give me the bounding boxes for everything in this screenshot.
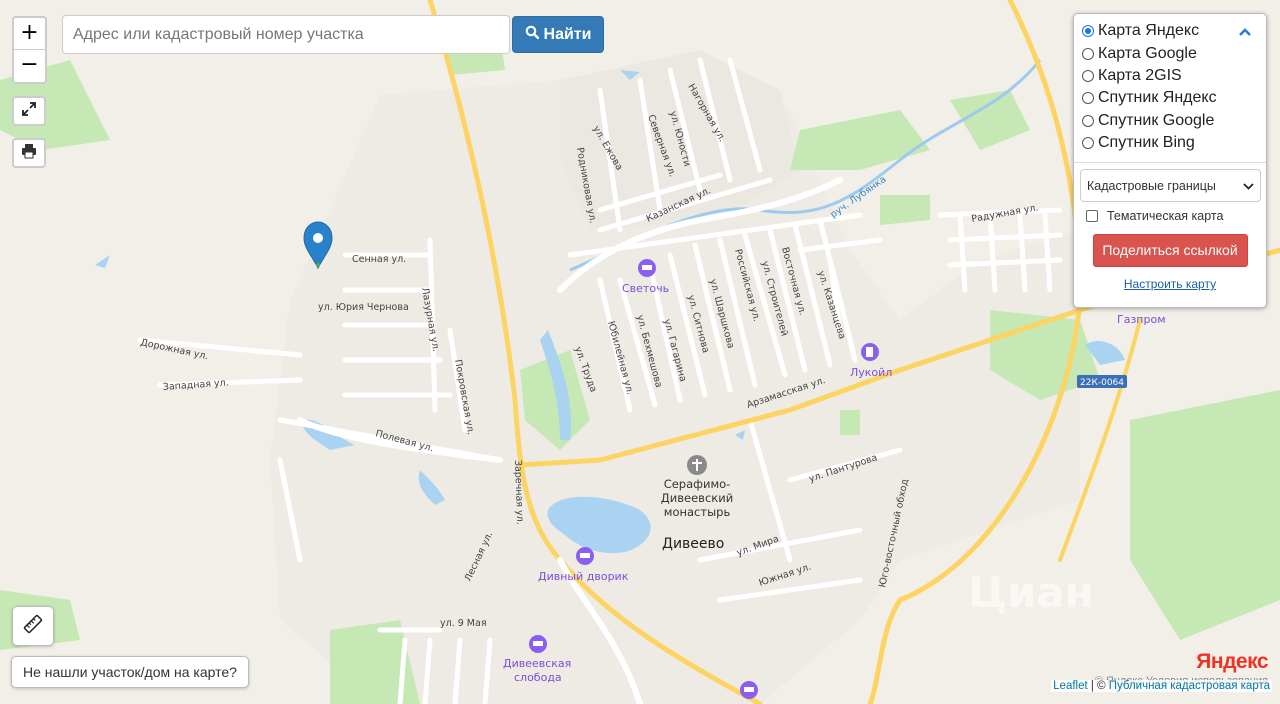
- basemap-option-yandex-satellite[interactable]: Спутник Яндекс: [1082, 87, 1258, 109]
- radio-icon: [1082, 69, 1094, 82]
- basemap-option-google-satellite[interactable]: Спутник Google: [1082, 110, 1258, 132]
- zoom-control: + −: [12, 16, 47, 84]
- cadastral-map-link[interactable]: Публичная кадастровая карта: [1109, 680, 1270, 692]
- print-button[interactable]: [12, 138, 46, 168]
- divider: [1074, 162, 1266, 164]
- radio-selected-icon: [1082, 25, 1094, 38]
- ruler-icon: [23, 614, 43, 639]
- configure-map-link[interactable]: Настроить карту: [1082, 277, 1258, 291]
- monastery-label: Серафимо-: [664, 477, 731, 491]
- street-label: Сенная ул.: [352, 254, 406, 265]
- basemap-label: Спутник Bing: [1098, 134, 1195, 152]
- basemap-label: Карта 2GIS: [1098, 66, 1182, 84]
- radio-icon: [1082, 137, 1094, 150]
- radio-icon: [1082, 92, 1094, 105]
- street-label: ул. Юрия Чернова: [318, 302, 409, 313]
- search-icon: [525, 25, 539, 44]
- basemap-option-google-map[interactable]: Карта Google: [1082, 42, 1258, 64]
- poi-label: Дивеевская: [503, 657, 571, 670]
- basemap-label: Карта Яндекс: [1098, 22, 1200, 40]
- attribution: Leaflet | © Публичная кадастровая карта: [1051, 680, 1272, 692]
- svg-text:22К-0064: 22К-0064: [1080, 378, 1124, 388]
- poi-label: Газпром: [1117, 313, 1166, 326]
- thematic-map-checkbox[interactable]: Тематическая карта: [1086, 209, 1258, 223]
- chevron-down-icon: [1243, 179, 1254, 193]
- basemap-option-bing-satellite[interactable]: Спутник Bing: [1082, 132, 1258, 154]
- poi-label: Дивный дворик: [538, 570, 629, 583]
- fullscreen-button[interactable]: [12, 96, 46, 126]
- poi-gazprom[interactable]: Газпром: [1117, 313, 1166, 326]
- yandex-logo[interactable]: Яндекс: [1196, 650, 1268, 674]
- thematic-map-label: Тематическая карта: [1107, 209, 1224, 224]
- street-label: Заречная ул.: [512, 460, 525, 525]
- printer-icon: [21, 143, 37, 164]
- overlay-select-value: Кадастровые границы: [1087, 178, 1216, 193]
- basemap-option-2gis-map[interactable]: Карта 2GIS: [1082, 65, 1258, 87]
- zoom-out-button[interactable]: −: [14, 50, 45, 82]
- radio-icon: [1082, 47, 1094, 60]
- poi-label: слобода: [514, 671, 562, 684]
- road-number-badge: 22К-0064: [1077, 375, 1127, 388]
- not-found-button[interactable]: Не нашли участок/дом на карте?: [11, 656, 249, 688]
- share-link-button[interactable]: Поделиться ссылкой: [1092, 234, 1248, 268]
- search-button-label: Найти: [543, 25, 592, 43]
- poi-label: Лукойл: [850, 366, 892, 379]
- watermark: Циан: [968, 568, 1094, 617]
- attribution-separator: | ©: [1087, 680, 1109, 692]
- monastery-label: монастырь: [664, 505, 731, 519]
- checkbox-icon: [1086, 210, 1098, 223]
- poi-bottom-hotel[interactable]: [740, 681, 758, 699]
- basemap-option-yandex-map[interactable]: Карта Яндекс: [1082, 20, 1258, 42]
- monastery-label: Дивеевский: [661, 491, 733, 505]
- leaflet-link[interactable]: Leaflet: [1053, 680, 1088, 692]
- collapse-button[interactable]: [1238, 24, 1252, 42]
- street-label: ул. 9 Мая: [440, 618, 487, 629]
- expand-icon: [21, 101, 37, 122]
- basemap-label: Спутник Google: [1098, 111, 1215, 129]
- overlay-select[interactable]: Кадастровые границы: [1080, 169, 1261, 203]
- basemap-label: Спутник Яндекс: [1098, 89, 1217, 107]
- search-input[interactable]: [62, 15, 510, 54]
- radio-icon: [1082, 114, 1094, 127]
- layers-panel: Карта Яндекс Карта Google Карта 2GIS Спу…: [1073, 13, 1267, 308]
- poi-label: Светочь: [622, 282, 669, 295]
- basemap-label: Карта Google: [1098, 44, 1197, 62]
- chevron-up-icon: [1238, 24, 1252, 41]
- zoom-in-button[interactable]: +: [14, 18, 45, 50]
- search-button[interactable]: Найти: [512, 16, 604, 53]
- town-label: Дивеево: [662, 536, 724, 552]
- measure-button[interactable]: [12, 606, 54, 646]
